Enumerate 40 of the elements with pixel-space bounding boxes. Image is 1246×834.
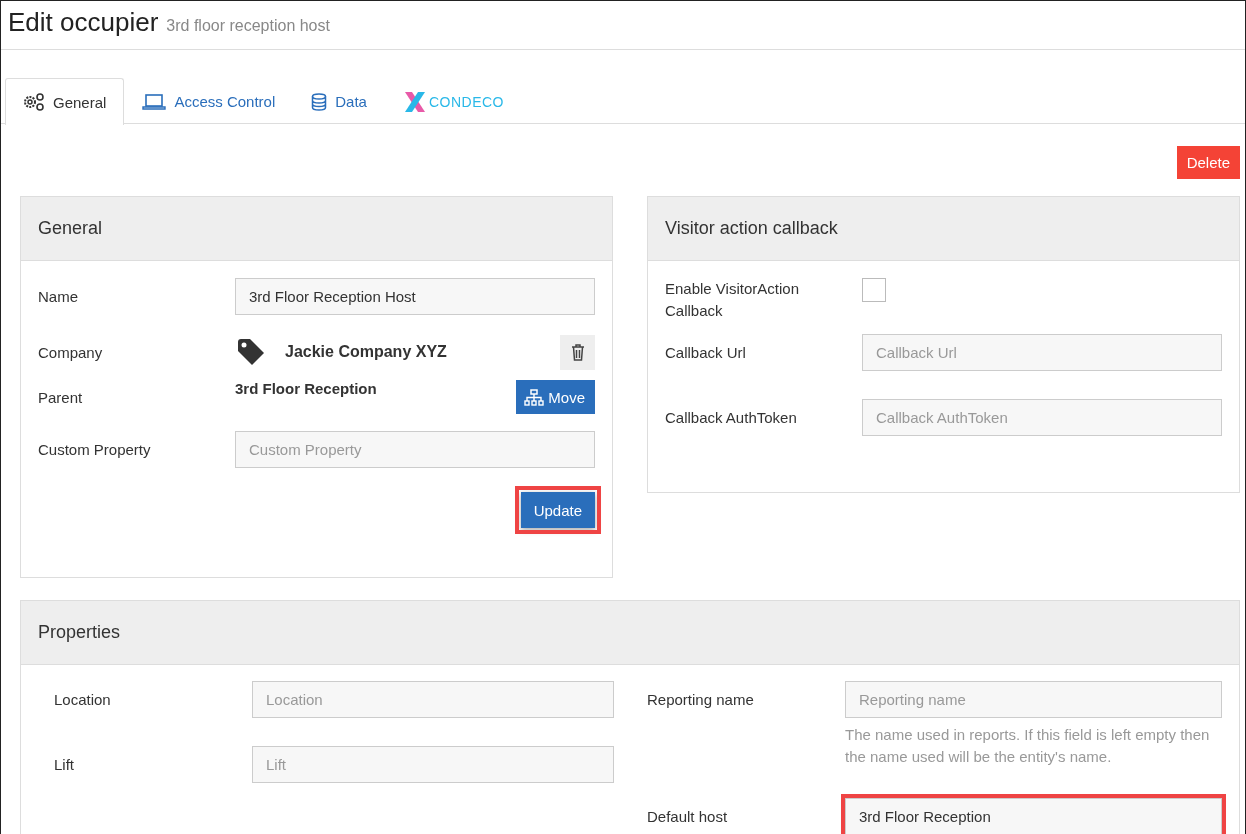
- field-label: Default host: [647, 807, 729, 827]
- panel-title: Properties: [38, 622, 121, 643]
- page-title: Edit occupier: [8, 7, 159, 38]
- field-label: Callback Url: [665, 344, 747, 361]
- page-subtitle: 3rd floor reception host: [166, 17, 330, 35]
- field-label: Lift: [54, 755, 75, 775]
- input-field[interactable]: Custom Property: [235, 431, 595, 468]
- field-label: Parent: [38, 388, 84, 406]
- input-field[interactable]: Callback Url: [862, 334, 1222, 371]
- tab[interactable]: General: [5, 78, 125, 125]
- input-field[interactable]: Lift: [252, 746, 614, 783]
- delete-icon-button[interactable]: [560, 334, 595, 370]
- field-label: Enable VisitorAction Callback: [665, 279, 800, 321]
- parent-name: 3rd Floor Reception: [235, 380, 378, 397]
- delete-button[interactable]: Delete: [1176, 146, 1240, 179]
- checkbox[interactable]: [862, 278, 886, 302]
- field-label: Reporting name: [647, 690, 755, 710]
- input-field[interactable]: 3rd Floor Reception Host: [235, 278, 595, 315]
- field-label: Name: [38, 288, 79, 305]
- help-text: The name used in reports. If this field is left empty then the name used will be the entity's name.: [845, 725, 1211, 767]
- panel-title: General: [38, 218, 103, 239]
- trash-icon: [570, 343, 585, 361]
- field-label: Callback AuthToken: [665, 409, 798, 426]
- move-button[interactable]: Move: [516, 380, 595, 414]
- field-label: Custom Property: [38, 441, 152, 458]
- input-field[interactable]: Reporting name: [845, 681, 1222, 718]
- cross-logo-icon: [402, 89, 427, 114]
- panel-title: Visitor action callback: [665, 218, 838, 239]
- tab[interactable]: Data: [293, 78, 385, 124]
- field-label: Location: [54, 690, 112, 710]
- input-field[interactable]: Location: [252, 681, 614, 718]
- tab[interactable]: Access Control: [124, 78, 294, 124]
- field-label: Company: [38, 343, 104, 361]
- sitemap-icon: [524, 388, 545, 406]
- company-name: Jackie Company XYZ: [285, 343, 448, 361]
- tag-icon: [235, 336, 267, 368]
- gears-icon: [23, 93, 45, 111]
- laptop-icon: [142, 92, 167, 111]
- input-field[interactable]: Callback AuthToken: [862, 399, 1222, 436]
- database-icon: [311, 92, 328, 111]
